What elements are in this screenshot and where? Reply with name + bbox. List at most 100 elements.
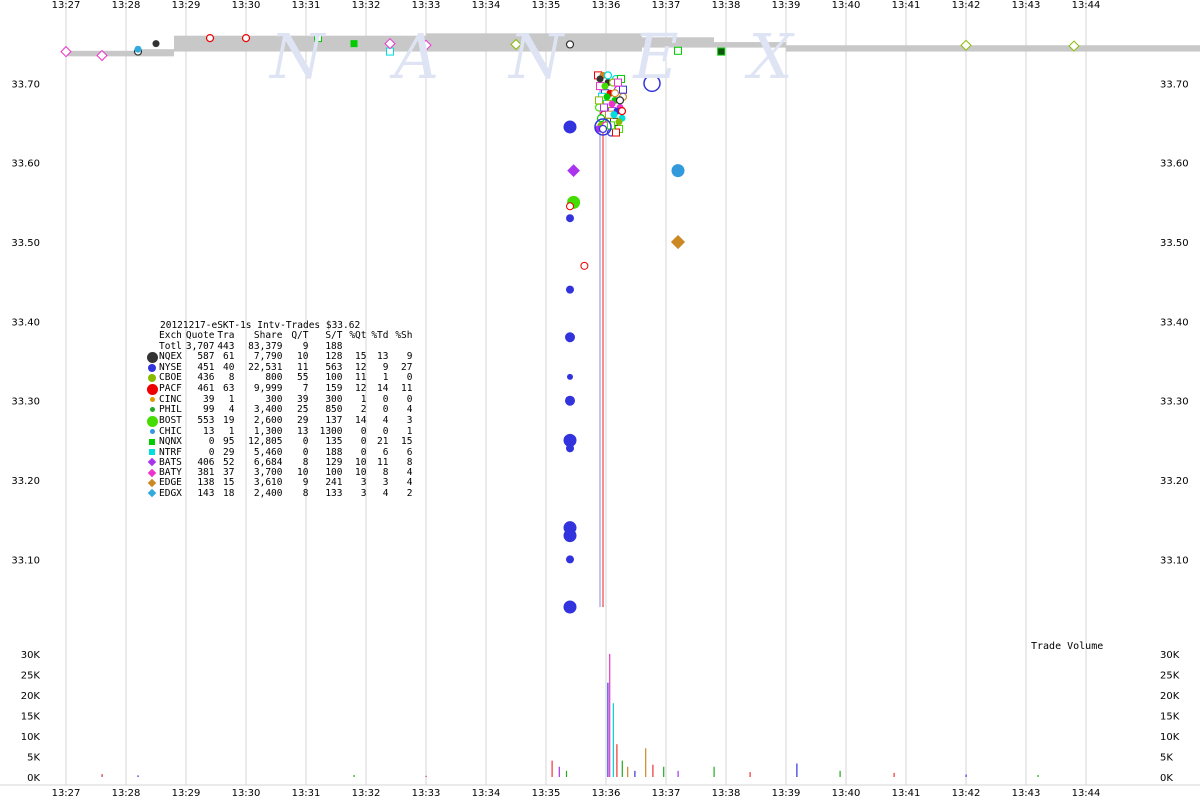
stats-row: PHIL 99 4 3,400 25 850 2 0 4 (145, 405, 413, 415)
x-tick-label-top: 13:41 (892, 0, 921, 11)
trade-marker (580, 261, 589, 270)
exchange-symbol-icon (145, 383, 159, 395)
stats-cell: 11 (355, 372, 367, 384)
stats-cell: 55 (297, 372, 309, 384)
stats-cell: 3 (360, 487, 367, 499)
volume-tick-label-right: 20K (1160, 691, 1180, 702)
price-tick-label-left: 33.50 (11, 238, 40, 249)
stats-cell: 3,707 (185, 340, 215, 352)
stats-exchange-name: CBOE (159, 372, 182, 384)
x-tick-label-bottom: 13:29 (172, 788, 201, 799)
x-tick-label-top: 13:28 (112, 0, 141, 11)
stats-cell: 4 (406, 404, 413, 416)
trade-marker (567, 373, 573, 380)
trade-marker (563, 529, 577, 543)
volume-bar (627, 766, 629, 777)
x-tick-label-top: 13:29 (172, 0, 201, 11)
stats-cell: 9 (302, 340, 309, 352)
stats-total-row: Totl 3,707 443 83,379 9 188 (145, 340, 413, 352)
trade-marker (603, 93, 611, 101)
exchange-symbol-icon (145, 395, 159, 405)
x-tick-label-bottom: 13:39 (772, 788, 801, 799)
trade-marker (563, 600, 577, 614)
x-tick-label-bottom: 13:42 (952, 788, 981, 799)
volume-tick-label-left: 15K (21, 712, 41, 723)
volume-tick-label-left: 5K (27, 753, 40, 764)
x-tick-label-top: 13:40 (832, 0, 861, 11)
stats-cell: 0 (382, 404, 389, 416)
stats-header: %Sh (395, 330, 413, 342)
exchange-stats-table: 20121217-eSKT-1s Intv-Trades $33.62 Exch… (145, 320, 413, 499)
volume-bar (621, 760, 623, 777)
x-tick-label-top: 13:36 (592, 0, 621, 11)
x-tick-label-top: 13:27 (52, 0, 81, 11)
x-tick-label-bottom: 13:38 (712, 788, 741, 799)
trade-marker (241, 33, 251, 43)
x-tick-label-bottom: 13:43 (1012, 788, 1041, 799)
volume-bar (663, 766, 665, 777)
price-tick-label-right: 33.30 (1160, 397, 1189, 408)
volume-tick-label-right: 0K (1160, 773, 1173, 784)
volume-bar (558, 766, 560, 777)
volume-tick-label-right: 30K (1160, 650, 1180, 661)
stats-cell: 18 (223, 487, 235, 499)
price-tick-label-right: 33.20 (1160, 476, 1189, 487)
x-tick-label-bottom: 13:35 (532, 788, 561, 799)
stats-exchange-name: PHIL (159, 404, 182, 416)
volume-tick-label-right: 25K (1160, 671, 1180, 682)
stats-cell: 2 (406, 487, 413, 499)
x-tick-label-bottom: 13:36 (592, 788, 621, 799)
stats-cell (389, 342, 413, 352)
nanex-watermark: NANEX (270, 20, 863, 93)
volume-tick-label-left: 30K (21, 650, 41, 661)
stats-cell: 1 (382, 372, 389, 384)
stats-cell: 133 (325, 487, 343, 499)
stats-cell: 3,400 (253, 404, 283, 416)
volume-tick-label-right: 15K (1160, 712, 1180, 723)
volume-bar (749, 772, 751, 777)
volume-bar (612, 703, 614, 777)
exchange-symbol-icon (145, 363, 159, 373)
trade-marker (610, 111, 618, 119)
trade-marker (565, 332, 575, 343)
x-tick-label-top: 13:32 (352, 0, 381, 11)
exchange-symbol-icon (145, 427, 159, 437)
symbol-cell (145, 331, 159, 341)
exchange-symbol-icon (145, 373, 159, 383)
trade-marker (152, 40, 160, 48)
trade-marker (598, 124, 608, 134)
exchange-symbol-icon (145, 405, 159, 415)
price-tick-label-left: 33.30 (11, 397, 40, 408)
stats-cell: 2,400 (253, 487, 283, 499)
price-tick-label-right: 33.60 (1160, 159, 1189, 170)
trade-marker (608, 100, 616, 108)
stats-cell: 4 (228, 404, 235, 416)
stats-cell: Totl (159, 340, 182, 352)
exchange-symbol-icon (145, 458, 159, 468)
x-tick-label-bottom: 13:28 (112, 788, 141, 799)
price-tick-label-right: 33.40 (1160, 317, 1189, 328)
exchange-symbol-icon (145, 437, 159, 447)
symbol-cell (145, 342, 159, 352)
price-tick-label-right: 33.70 (1160, 79, 1189, 90)
volume-tick-label-left: 20K (21, 691, 41, 702)
stats-cell: 8 (302, 487, 309, 499)
volume-bar (565, 770, 568, 777)
x-tick-label-top: 13:39 (772, 0, 801, 11)
volume-bar (616, 744, 618, 777)
x-tick-label-top: 13:30 (232, 0, 261, 11)
volume-bar (893, 772, 895, 777)
x-tick-label-bottom: 13:40 (832, 788, 861, 799)
volume-tick-label-left: 10K (21, 732, 41, 743)
exchange-symbol-icon (145, 468, 159, 478)
x-tick-label-bottom: 13:41 (892, 788, 921, 799)
volume-bar (796, 763, 798, 777)
x-tick-label-bottom: 13:32 (352, 788, 381, 799)
volume-bar (839, 770, 841, 777)
x-tick-label-bottom: 13:27 (52, 788, 81, 799)
trade-marker (566, 285, 574, 294)
volume-bar (645, 748, 647, 777)
stats-cell: 99 (203, 404, 215, 416)
stats-cell: 8 (228, 372, 235, 384)
stats-cell: 850 (325, 404, 343, 416)
